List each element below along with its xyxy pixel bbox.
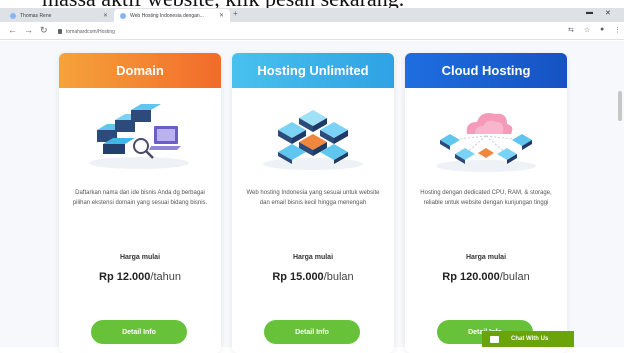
plan-card-hosting-unlimited: Hosting Unlimited Web hosting Indonesia … [232,53,394,353]
chat-widget-button[interactable]: Chat With Us [482,331,574,347]
favicon-icon [120,12,126,19]
url-text: tomahardcom/Hosting [66,28,115,35]
price-label: Harga mulai [292,254,334,261]
close-icon[interactable]: ✕ [219,12,224,19]
star-icon[interactable]: ☆ [584,26,590,34]
price-unit: /bulan [499,271,530,283]
close-window-icon[interactable]: ✕ [605,9,611,17]
plan-card-domain: Domain Daftarkan nama dan ide bisnis And… [59,53,221,353]
price-label: Harga mulai [465,254,507,261]
card-description: Web hosting Indonesia yang sesuai untuk … [246,190,380,206]
menu-icon[interactable]: ⋮ [614,26,621,34]
card-description: Daftarkan nama dan ide bisnis Anda dg be… [72,190,208,206]
lock-icon [58,29,62,34]
chat-bubble-icon [490,335,499,343]
address-bar: ← → ↻ tomahardcom/Hosting ⇆ ☆ ● ⋮ [0,22,624,40]
price-amount: Rp 12.000 [99,271,151,283]
plan-card-cloud-hosting: Cloud Hosting Hosting dengan dedicated C… [405,53,567,353]
domain-illustration-icon [59,88,221,188]
price-amount: Rp 15.000 [272,271,324,283]
card-title: Domain [59,53,221,88]
price-label: Harga mulai [119,254,161,261]
account-icon[interactable]: ● [600,26,604,33]
forward-icon[interactable]: → [24,25,33,35]
favicon-icon [10,12,16,19]
scrollbar[interactable] [618,91,622,121]
new-tab-icon[interactable]: + [233,9,238,18]
card-description: Hosting dengan dedicated CPU, RAM, & sto… [420,190,552,206]
page-content: Domain Daftarkan nama dan ide bisnis And… [0,41,624,353]
price-amount: Rp 120.000 [442,271,500,283]
detail-info-button[interactable]: Detail Info [264,320,360,344]
close-icon[interactable]: ✕ [103,12,108,19]
card-title: Cloud Hosting [405,53,567,88]
browser-tab-active[interactable]: Web Hosting Indonesia dengan... ✕ [114,9,230,22]
cloud-illustration-icon [405,88,567,188]
chat-label: Chat With Us [511,336,549,342]
price: Rp 12.000/tahun [59,271,221,283]
price-unit: /bulan [323,271,354,283]
minimize-icon[interactable]: ▬ [586,9,593,16]
url-field[interactable]: tomahardcom/Hosting [58,26,578,37]
browser-tabbar: Thomas Rene ✕ Web Hosting Indonesia deng… [0,8,624,22]
card-title: Hosting Unlimited [232,53,394,88]
detail-info-button[interactable]: Detail Info [91,320,187,344]
browser-tab[interactable]: Thomas Rene ✕ [4,9,114,22]
hosting-illustration-icon [232,88,394,188]
back-icon[interactable]: ← [8,25,17,35]
price: Rp 15.000/bulan [232,271,394,283]
reload-icon[interactable]: ↻ [40,25,48,36]
price: Rp 120.000/bulan [405,271,567,283]
price-unit: /tahun [150,271,181,283]
translate-icon[interactable]: ⇆ [568,26,574,34]
tab-label: Thomas Rene [20,12,52,19]
tab-label: Web Hosting Indonesia dengan... [130,12,204,19]
